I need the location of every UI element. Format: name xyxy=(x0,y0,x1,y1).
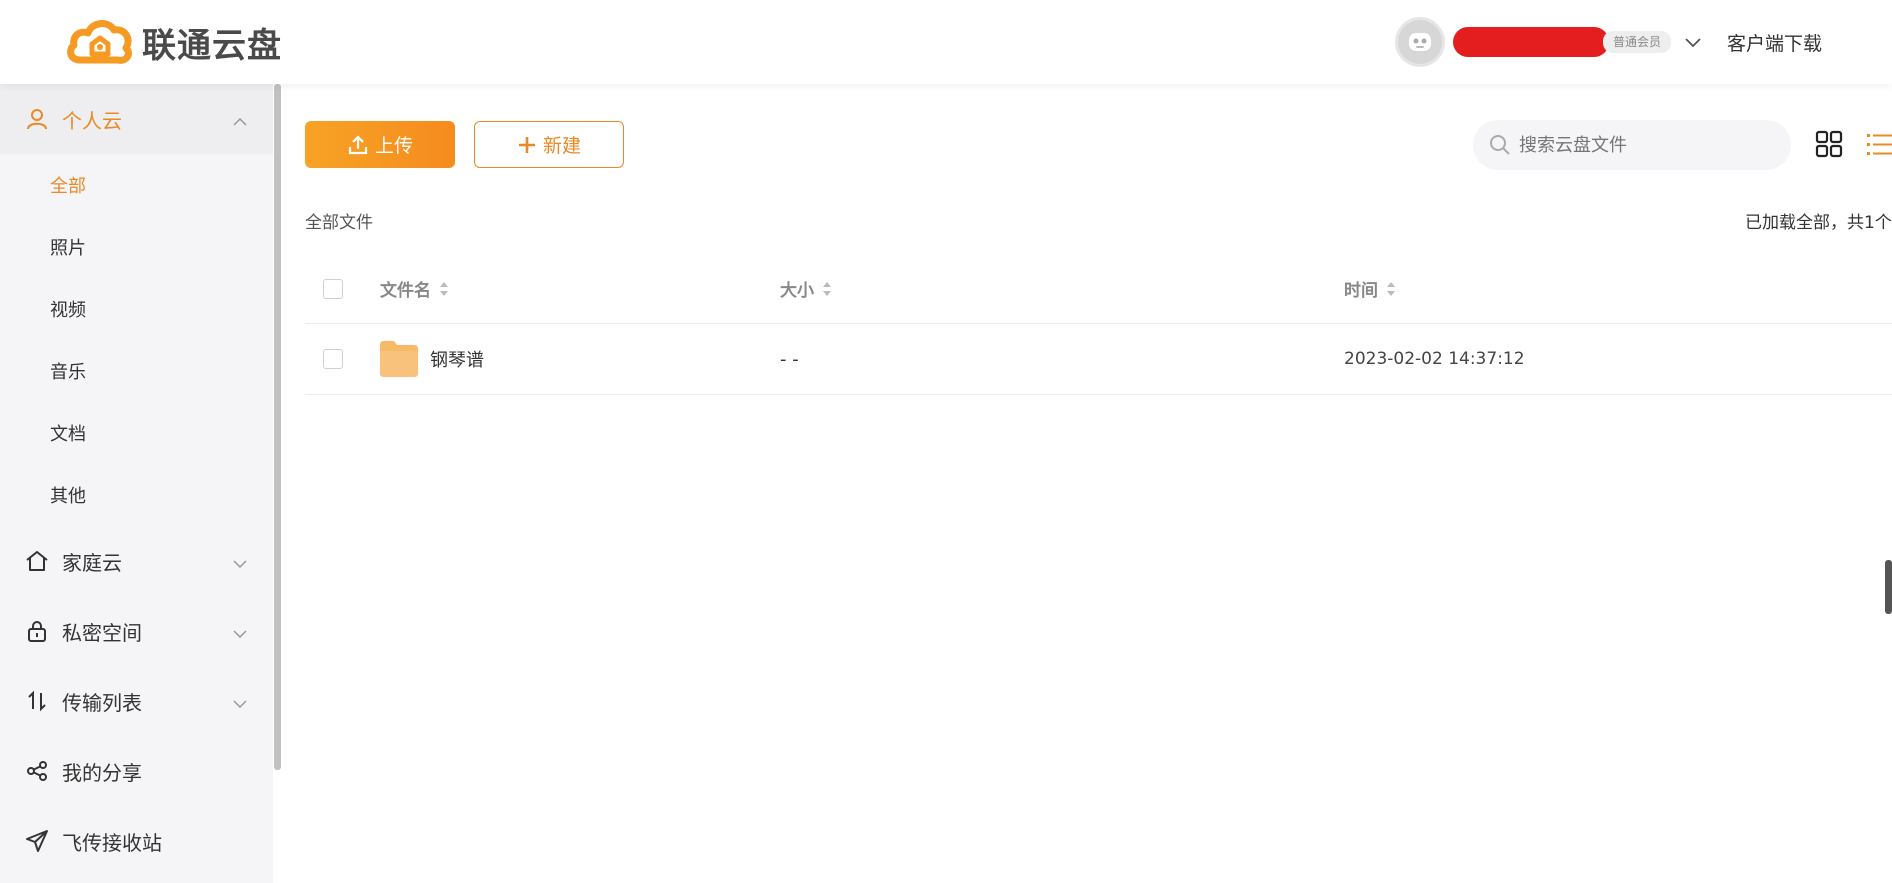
column-size-label: 大小 xyxy=(780,281,814,301)
search-input[interactable] xyxy=(1519,134,1759,156)
search-icon xyxy=(1490,135,1510,155)
column-header-size[interactable]: 大小 xyxy=(780,276,832,301)
page-scrollbar[interactable] xyxy=(1885,560,1892,614)
sidebar-item-photos[interactable]: 照片 xyxy=(0,216,273,278)
nav-share-label: 我的分享 xyxy=(62,760,142,785)
sort-icon xyxy=(1386,281,1396,297)
nav-my-share[interactable]: 我的分享 xyxy=(0,736,273,806)
sort-icon xyxy=(822,281,832,297)
column-time-label: 时间 xyxy=(1344,281,1378,301)
file-name-cell: 钢琴谱 xyxy=(380,341,484,377)
chevron-down-icon xyxy=(233,689,247,713)
logo[interactable]: 联通云盘 xyxy=(66,14,282,70)
nav-group-personal: 个人云 全部 照片 视频 音乐 文档 其他 xyxy=(0,84,273,526)
lock-icon xyxy=(24,618,50,644)
grid-view-icon[interactable] xyxy=(1815,130,1843,162)
nav-group-share: 我的分享 xyxy=(0,736,273,806)
sidebar-item-all[interactable]: 全部 xyxy=(0,154,273,216)
file-table: 文件名 大小 时间 钢琴谱 - - 2023-02-02 14:37:12 xyxy=(305,254,1892,395)
top-header: 联通云盘 普通会员 客户端下载 xyxy=(0,0,1892,84)
folder-icon xyxy=(380,341,418,377)
nav-private-label: 私密空间 xyxy=(62,620,142,645)
main-content: 上传 新建 全部文件 已加载全部，共1个 xyxy=(305,84,1892,883)
select-all-checkbox[interactable] xyxy=(323,278,343,299)
robot-avatar-icon xyxy=(1408,33,1431,51)
nav-personal-cloud[interactable]: 个人云 xyxy=(0,84,273,154)
file-size-cell: - - xyxy=(780,349,799,370)
chevron-down-icon xyxy=(233,549,247,573)
sidebar-item-videos[interactable]: 视频 xyxy=(0,278,273,340)
column-name-label: 文件名 xyxy=(380,281,431,301)
plus-icon xyxy=(518,136,535,153)
file-name[interactable]: 钢琴谱 xyxy=(430,346,484,372)
nav-personal-label: 个人云 xyxy=(62,108,122,133)
nav-transfer-list[interactable]: 传输列表 xyxy=(0,666,273,736)
nav-family-label: 家庭云 xyxy=(62,550,122,575)
home-icon xyxy=(24,548,50,574)
client-download-link[interactable]: 客户端下载 xyxy=(1727,29,1822,56)
table-row[interactable]: 钢琴谱 - - 2023-02-02 14:37:12 xyxy=(305,324,1892,395)
table-header: 文件名 大小 时间 xyxy=(305,254,1892,324)
nav-flytransfer-label: 飞传接收站 xyxy=(62,830,162,855)
search-box[interactable] xyxy=(1473,120,1791,170)
new-button[interactable]: 新建 xyxy=(474,121,624,168)
share-icon xyxy=(24,758,50,784)
file-time: 2023-02-02 14:37:12 xyxy=(1344,349,1525,369)
user-area: 普通会员 客户端下载 xyxy=(1394,14,1822,70)
load-status: 已加载全部，共1个 xyxy=(1745,213,1892,233)
file-time-cell: 2023-02-02 14:37:12 xyxy=(1344,349,1525,369)
nav-group-transfer: 传输列表 xyxy=(0,666,273,736)
nav-family-cloud[interactable]: 家庭云 xyxy=(0,526,273,596)
chevron-down-icon xyxy=(233,619,247,643)
cloud-logo-icon xyxy=(66,14,134,70)
upload-icon xyxy=(348,134,368,154)
list-view-icon[interactable] xyxy=(1867,130,1892,162)
upload-label: 上传 xyxy=(374,135,413,157)
avatar[interactable] xyxy=(1394,17,1445,67)
sidebar-scrollbar[interactable] xyxy=(274,84,281,770)
row-checkbox[interactable] xyxy=(323,349,343,369)
nav-group-private: 私密空间 xyxy=(0,596,273,666)
personal-sub-list: 全部 照片 视频 音乐 文档 其他 xyxy=(0,154,273,526)
nav-transfer-label: 传输列表 xyxy=(62,690,142,715)
sort-icon xyxy=(439,281,449,297)
nav-fly-transfer[interactable]: 飞传接收站 xyxy=(0,806,273,876)
chevron-up-icon xyxy=(233,107,247,131)
column-header-name[interactable]: 文件名 xyxy=(380,276,449,301)
breadcrumb[interactable]: 全部文件 xyxy=(305,208,373,233)
sidebar: 个人云 全部 照片 视频 音乐 文档 其他 家庭云 私密空间 传输列表 我的分享… xyxy=(0,84,273,883)
upload-button[interactable]: 上传 xyxy=(305,121,455,168)
column-header-time[interactable]: 时间 xyxy=(1344,276,1396,301)
logo-text: 联通云盘 xyxy=(142,25,282,66)
file-size: - - xyxy=(780,348,799,370)
transfer-arrows-icon xyxy=(24,688,50,714)
nav-group-family: 家庭云 xyxy=(0,526,273,596)
username-redacted[interactable] xyxy=(1452,27,1609,57)
sidebar-item-documents[interactable]: 文档 xyxy=(0,402,273,464)
nav-private-space[interactable]: 私密空间 xyxy=(0,596,273,666)
chevron-down-icon[interactable] xyxy=(1685,33,1701,52)
paper-plane-icon xyxy=(24,828,50,854)
sidebar-item-music[interactable]: 音乐 xyxy=(0,340,273,402)
new-label: 新建 xyxy=(542,135,581,157)
nav-group-flytransfer: 飞传接收站 xyxy=(0,806,273,876)
user-icon xyxy=(24,106,50,132)
member-badge: 普通会员 xyxy=(1602,31,1671,53)
sidebar-item-other[interactable]: 其他 xyxy=(0,464,273,526)
